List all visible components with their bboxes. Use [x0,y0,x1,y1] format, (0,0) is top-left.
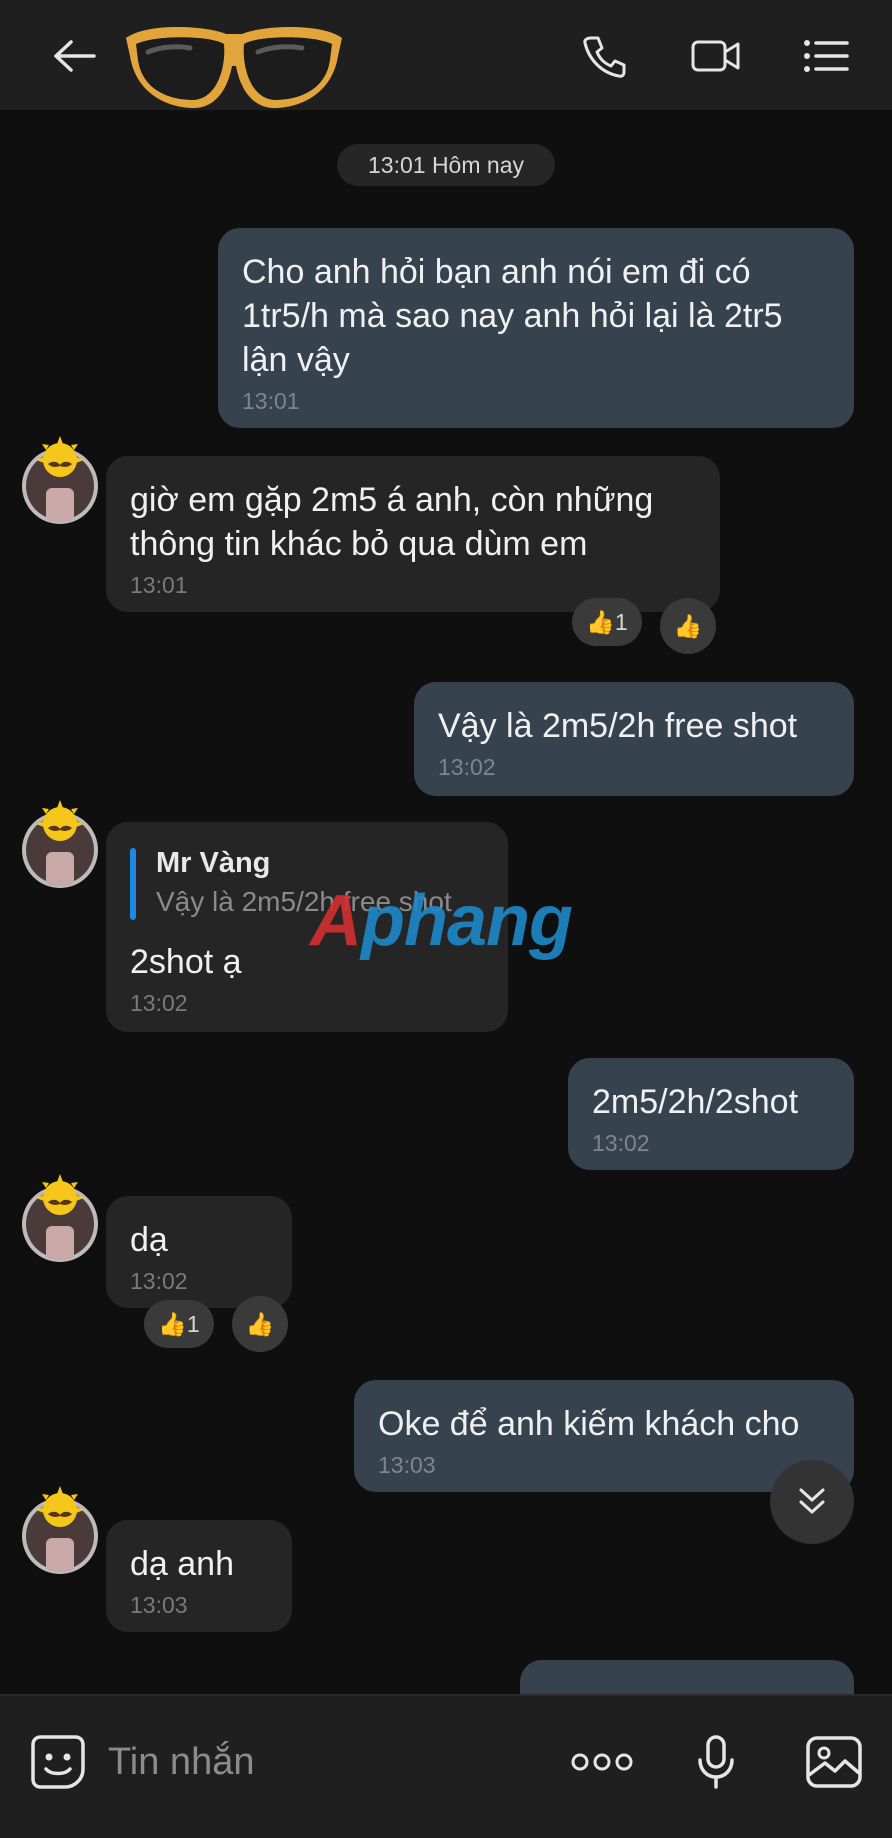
incoming-message[interactable]: giờ em gặp 2m5 á anh, còn những thông ti… [106,456,720,612]
message-text: Oke để anh kiếm khách cho [378,1405,800,1443]
message-time: 13:03 [378,1452,436,1478]
video-call-icon[interactable] [688,28,744,84]
incoming-message[interactable]: dạ 13:02 [106,1196,292,1308]
message-composer: Tin nhắn [0,1694,892,1838]
reaction-count-chip[interactable]: 👍 1 [572,598,642,646]
message-text: dạ anh [130,1545,234,1583]
scroll-to-bottom-button[interactable] [770,1460,854,1544]
contact-avatar[interactable] [18,1174,102,1266]
incoming-message[interactable]: dạ anh 13:03 [106,1520,292,1632]
back-arrow-icon[interactable] [46,28,102,84]
message-text: dạ [130,1221,168,1259]
image-picker-button[interactable] [794,1722,874,1802]
message-time: 13:01 [130,572,188,598]
thumbs-up-emoji-icon: 👍 [158,1310,187,1337]
sticker-face-icon [31,1735,85,1789]
outgoing-message[interactable]: Cho anh hỏi bạn anh nói em đi có 1tr5/h … [218,228,854,428]
message-text: Cho anh hỏi bạn anh nói em đi có 1tr5/h … [242,253,783,379]
message-time: 13:03 [130,1592,188,1618]
thumbs-up-emoji-icon: 👍 [245,1310,275,1337]
microphone-icon [698,1735,734,1789]
double-chevron-down-icon [799,1488,825,1514]
outgoing-message[interactable]: Vậy là 2m5/2h free shot 13:02 [414,682,854,796]
reaction-count: 1 [186,1310,200,1337]
message-text: Vậy là 2m5/2h free shot [438,707,798,745]
contact-avatar[interactable] [18,1486,102,1578]
sunglasses-avatar-icon[interactable] [118,16,350,126]
watermark-part-2: phang [361,881,573,961]
thumbs-up-emoji-icon: 👍 [673,612,703,639]
outgoing-message[interactable]: 2m5/2h/2shot 13:02 [568,1058,854,1170]
message-text: 2m5/2h/2shot [592,1083,799,1121]
reaction-count: 1 [614,608,628,635]
reply-quote-author: Mr Vàng [156,847,271,879]
message-time: 13:02 [438,754,496,780]
watermark-part-1: A [310,881,362,961]
thumbs-up-emoji-icon: 👍 [586,608,615,635]
add-reaction-button[interactable]: 👍 [232,1296,288,1352]
message-time: 13:01 [242,388,300,414]
message-time: 13:02 [592,1130,650,1156]
contact-avatar[interactable] [18,800,102,892]
message-input[interactable]: Tin nhắn [108,1732,528,1792]
phone-call-icon[interactable] [576,28,632,84]
emoji-sticker-button[interactable] [18,1722,98,1802]
message-time: 13:02 [130,1268,188,1294]
reaction-count-chip[interactable]: 👍 1 [144,1300,214,1348]
more-options-button[interactable] [562,1722,642,1802]
voice-record-button[interactable] [676,1722,756,1802]
date-separator-text: 13:01 Hôm nay [368,151,524,178]
message-time: 13:02 [130,990,188,1016]
reply-quote-bar [130,848,136,920]
message-text: giờ em gặp 2m5 á anh, còn những thông ti… [130,481,654,563]
image-gallery-icon [806,1736,862,1788]
more-dots-icon [571,1753,633,1771]
add-reaction-button[interactable]: 👍 [660,598,716,654]
watermark-logo: Aphang [310,880,573,962]
menu-list-icon[interactable] [798,28,854,84]
contact-avatar[interactable] [18,436,102,528]
date-separator: 13:01 Hôm nay [337,144,555,186]
